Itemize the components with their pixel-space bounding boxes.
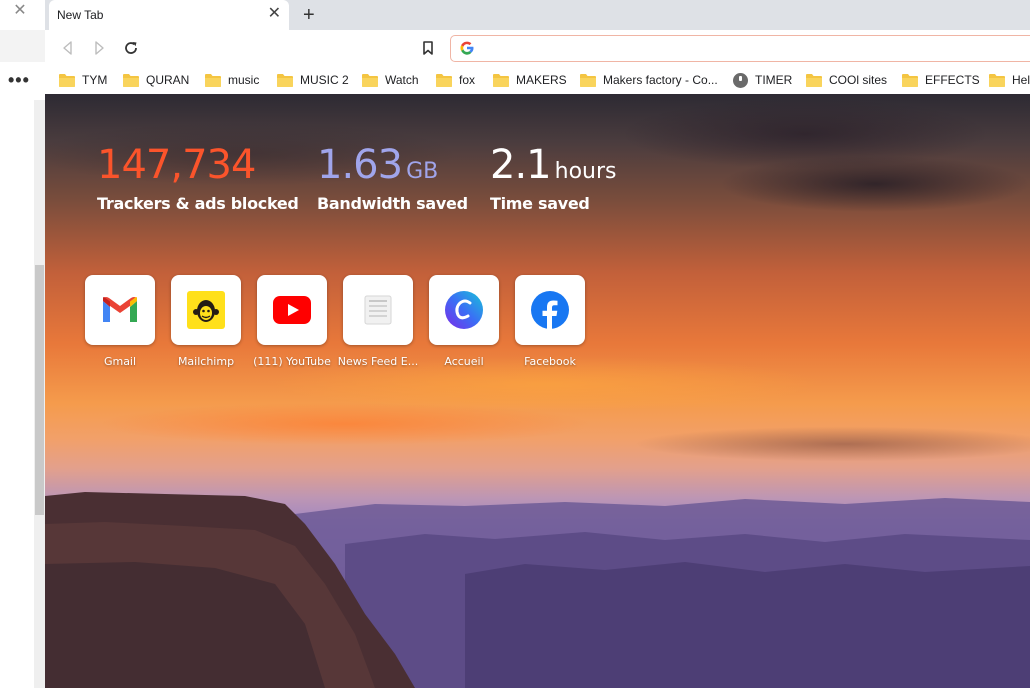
tile-icon-box[interactable] — [515, 275, 585, 345]
toolbar — [45, 30, 1030, 66]
folder-icon — [277, 73, 293, 87]
trackers-value: 147,734 — [97, 142, 256, 188]
bookmark-makers-factory[interactable]: Makers factory - Co... — [580, 70, 718, 90]
tile-icon-box[interactable] — [257, 275, 327, 345]
time-unit: hours — [554, 159, 617, 184]
bookmark-fox[interactable]: fox — [436, 70, 475, 90]
folder-icon — [806, 73, 822, 87]
bookmark-label: MUSIC 2 — [300, 73, 349, 87]
bookmark-label: music — [228, 73, 260, 87]
side-panel: ✕ ••• — [0, 0, 45, 688]
bookmark-label: QURAN — [146, 73, 190, 87]
tab-new-tab[interactable]: New Tab ✕ — [49, 0, 289, 30]
top-site-accueil[interactable]: Accueil — [429, 275, 499, 368]
tile-label: Accueil — [444, 355, 484, 368]
bookmark-music-2[interactable]: MUSIC 2 — [277, 70, 349, 90]
folder-icon — [989, 73, 1005, 87]
stat-bandwidth-saved: 1.63 GB Bandwidth saved — [317, 142, 468, 213]
tile-label: Gmail — [103, 355, 137, 368]
tile-icon-box[interactable] — [343, 275, 413, 345]
tile-label: (111) YouTube — [253, 355, 331, 368]
bandwidth-value: 1.63 — [317, 142, 403, 188]
bookmark-effects[interactable]: EFFECTS — [902, 70, 980, 90]
bandwidth-label: Bandwidth saved — [317, 194, 468, 213]
tile-icon-box[interactable] — [85, 275, 155, 345]
folder-icon — [436, 73, 452, 87]
bandwidth-unit: GB — [406, 159, 439, 184]
top-site-gmail[interactable]: Gmail — [85, 275, 155, 368]
top-site-youtube[interactable]: (111) YouTube — [253, 275, 331, 368]
forward-button[interactable] — [90, 39, 108, 57]
stat-trackers-blocked: 147,734 Trackers & ads blocked — [97, 142, 299, 213]
tab-strip: New Tab ✕ + — [45, 0, 1030, 30]
news-feed-icon — [364, 295, 392, 325]
address-bar[interactable] — [450, 35, 1030, 62]
new-tab-page: 147,734 Trackers & ads blocked 1.63 GB Ba… — [45, 94, 1030, 688]
tile-icon-box[interactable] — [429, 275, 499, 345]
folder-icon — [362, 73, 378, 87]
more-options-icon[interactable]: ••• — [8, 70, 32, 90]
bookmark-label: MAKERS — [516, 73, 567, 87]
tile-icon-box[interactable] — [171, 275, 241, 345]
gmail-icon — [103, 297, 137, 322]
tile-label: Mailchimp — [177, 355, 235, 368]
bookmark-label: Hel — [1012, 73, 1030, 87]
tab-title: New Tab — [57, 8, 104, 22]
google-icon — [460, 41, 474, 55]
top-site-mailchimp[interactable]: Mailchimp — [171, 275, 241, 368]
close-icon[interactable]: ✕ — [12, 3, 28, 19]
folder-icon — [580, 73, 596, 87]
bookmark-makers[interactable]: MAKERS — [493, 70, 567, 90]
bookmark-timer[interactable]: TIMER — [733, 70, 792, 90]
bookmark-help[interactable]: Hel — [989, 70, 1030, 90]
bookmark-quran[interactable]: QURAN — [123, 70, 189, 90]
bookmark-button[interactable] — [419, 39, 437, 57]
top-site-facebook[interactable]: Facebook — [515, 275, 585, 368]
folder-icon — [123, 73, 139, 87]
top-site-news-feed[interactable]: News Feed E... — [338, 275, 418, 368]
facebook-icon — [531, 291, 569, 329]
bookmark-tym[interactable]: TYM — [59, 70, 107, 90]
bookmarks-bar: TYM QURAN music MUSIC 2 Watch fox MAKERS… — [45, 66, 1030, 94]
youtube-icon — [273, 296, 311, 324]
tile-label: News Feed E... — [337, 355, 419, 368]
timer-icon — [733, 72, 748, 88]
side-panel-band — [0, 30, 45, 62]
bookmark-label: EFFECTS — [925, 73, 980, 87]
bookmark-label: Makers factory - Co... — [603, 73, 718, 87]
canva-icon — [445, 291, 483, 329]
tile-label: Facebook — [524, 355, 576, 368]
bookmark-label: TIMER — [755, 73, 793, 87]
bookmark-label: fox — [459, 73, 476, 87]
folder-icon — [205, 73, 221, 87]
back-button[interactable] — [59, 39, 77, 57]
bookmark-label: Watch — [385, 73, 419, 87]
folder-icon — [902, 73, 918, 87]
bookmark-watch[interactable]: Watch — [362, 70, 419, 90]
bookmark-cool-sites[interactable]: COOl sites — [806, 70, 887, 90]
scrollbar-thumb[interactable] — [35, 265, 44, 515]
folder-icon — [59, 73, 75, 87]
time-label: Time saved — [490, 194, 590, 213]
mailchimp-icon — [187, 291, 225, 329]
bookmark-music[interactable]: music — [205, 70, 259, 90]
time-value: 2.1 — [490, 142, 552, 188]
tab-close-icon[interactable]: ✕ — [268, 6, 281, 22]
new-tab-button[interactable]: + — [303, 4, 315, 26]
bookmark-label: TYM — [82, 73, 108, 87]
trackers-label: Trackers & ads blocked — [97, 194, 299, 213]
bookmark-label: COOl sites — [829, 73, 888, 87]
address-input[interactable] — [481, 38, 1021, 58]
stat-time-saved: 2.1 hours Time saved — [490, 142, 616, 213]
folder-icon — [493, 73, 509, 87]
reload-button[interactable] — [122, 39, 140, 57]
